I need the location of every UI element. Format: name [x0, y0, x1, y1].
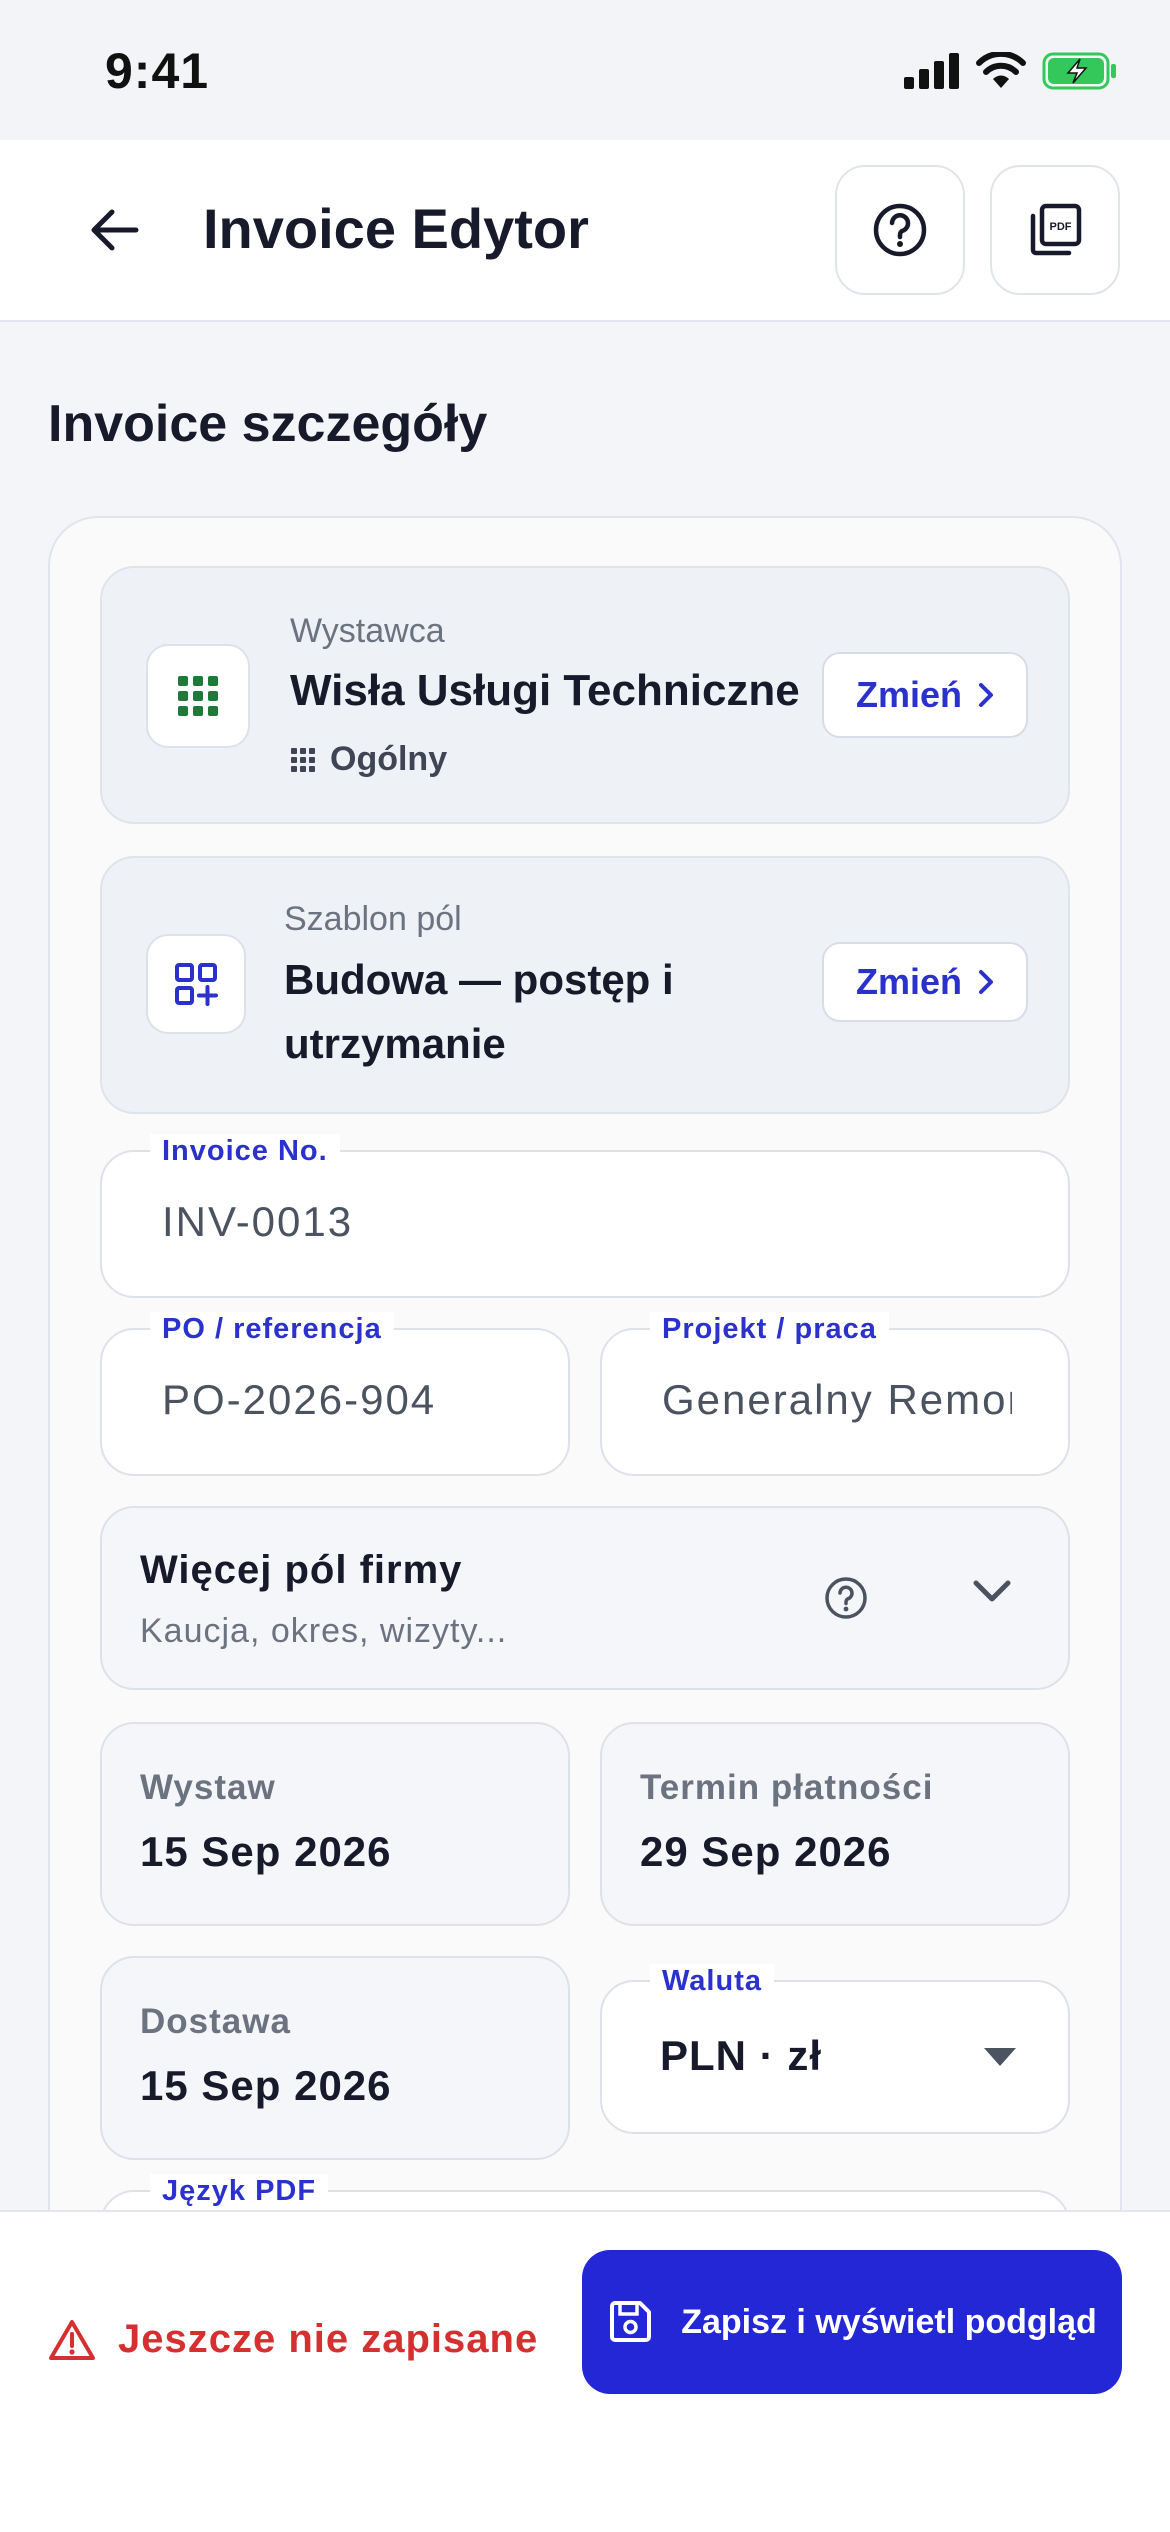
chevron-right-icon: [979, 683, 993, 707]
invoice-number-field[interactable]: Invoice No. INV-0013: [100, 1134, 1070, 1298]
delivery-date-label: Dostawa: [140, 2002, 291, 2041]
bottom-action-bar: Jeszcze nie zapisane Zapisz i wyświetl p…: [0, 2210, 1170, 2532]
change-issuer-label: Zmień: [855, 674, 962, 715]
po-reference-field[interactable]: PO / referencja PO-2026-904: [100, 1312, 570, 1476]
back-button[interactable]: [80, 190, 150, 270]
arrow-left-icon: [91, 209, 139, 251]
grid-icon: [178, 676, 218, 716]
template-icon-box: [146, 934, 246, 1034]
issue-date-label: Wystaw: [140, 1768, 276, 1807]
template-name-line1: Budowa — postęp i: [284, 956, 674, 1003]
more-fields-subtitle: Kaucja, okres, wizyty...: [140, 1612, 508, 1650]
due-date-field[interactable]: Termin płatności 29 Sep 2026: [600, 1722, 1070, 1926]
issuer-category: Ogólny: [290, 740, 447, 779]
more-fields-title: Więcej pól firmy: [140, 1548, 463, 1592]
template-label: Szablon pól: [284, 900, 462, 938]
issuer-card[interactable]: Wystawca Wisła Usługi Techniczne Ogólny …: [100, 566, 1070, 824]
qr-add-icon: [175, 963, 218, 1006]
chevron-right-icon: [979, 970, 993, 994]
chevron-down-icon: [972, 1578, 1012, 1609]
section-title: Invoice szczegóły: [48, 395, 488, 453]
pdf-file-icon: PDF: [1030, 203, 1082, 256]
invoice-number-label: Invoice No.: [150, 1134, 340, 1168]
change-template-label: Zmień: [855, 961, 962, 1002]
status-time: 9:41: [105, 43, 210, 99]
unsaved-indicator: Jeszcze nie zapisane: [48, 2317, 538, 2362]
wifi-icon: [976, 52, 1026, 88]
dropdown-caret-icon: [984, 2048, 1016, 2066]
unsaved-text: Jeszcze nie zapisane: [118, 2317, 539, 2361]
currency-label: Waluta: [650, 1964, 774, 1998]
status-icons: [904, 52, 1118, 90]
more-fields-help-button[interactable]: [824, 1576, 868, 1625]
app-header: Invoice Edytor PDF: [0, 140, 1170, 322]
signal-icon: [904, 53, 959, 89]
due-date-label: Termin płatności: [640, 1768, 934, 1807]
issue-date-field[interactable]: Wystaw 15 Sep 2026: [100, 1722, 570, 1926]
delivery-date-field[interactable]: Dostawa 15 Sep 2026: [100, 1956, 570, 2160]
pdf-language-label: Język PDF: [150, 2174, 329, 2208]
po-reference-label: PO / referencja: [150, 1312, 394, 1346]
battery-charging-icon: [1042, 52, 1116, 90]
floppy-disk-icon: [610, 2301, 652, 2342]
issuer-icon-box: [146, 644, 250, 748]
delivery-date-value: 15 Sep 2026: [140, 2062, 392, 2109]
question-circle-icon: [873, 203, 927, 257]
save-and-preview-button[interactable]: Zapisz i wyświetl podgląd: [582, 2250, 1122, 2394]
invoice-number-value: INV-0013: [162, 1198, 354, 1245]
po-reference-value: PO-2026-904: [162, 1376, 437, 1423]
project-label: Projekt / praca: [650, 1312, 889, 1346]
due-date-value: 29 Sep 2026: [640, 1828, 892, 1875]
currency-select[interactable]: Waluta PLN · zł: [600, 1964, 1070, 2134]
pdf-button[interactable]: PDF: [990, 165, 1120, 295]
grid-small-icon: [291, 747, 315, 772]
question-circle-icon: [825, 1577, 867, 1619]
help-button[interactable]: [835, 165, 965, 295]
project-field[interactable]: Projekt / praca Generalny Remont: [600, 1312, 1070, 1476]
issue-date-value: 15 Sep 2026: [140, 1828, 392, 1875]
save-and-preview-label: Zapisz i wyświetl podgląd: [681, 2302, 1097, 2341]
issuer-label: Wystawca: [290, 612, 445, 650]
project-value: Generalny Remont: [662, 1376, 1012, 1423]
page-title: Invoice Edytor: [203, 197, 589, 260]
svg-text:PDF: PDF: [1050, 221, 1072, 233]
change-template-button[interactable]: Zmień: [822, 942, 1028, 1022]
template-name-line2: utrzymanie: [284, 1020, 506, 1067]
template-card[interactable]: Szablon pól Budowa — postęp i utrzymanie…: [100, 856, 1070, 1114]
issuer-category-label: Ogólny: [330, 740, 448, 778]
change-issuer-button[interactable]: Zmień: [822, 652, 1028, 738]
more-company-fields-toggle[interactable]: Więcej pól firmy Kaucja, okres, wizyty..…: [100, 1506, 1070, 1690]
currency-value: PLN · zł: [660, 2032, 822, 2079]
issuer-name: Wisła Usługi Techniczne: [290, 666, 800, 715]
status-bar: 9:41: [0, 0, 1170, 140]
warning-triangle-icon: [49, 2319, 95, 2360]
